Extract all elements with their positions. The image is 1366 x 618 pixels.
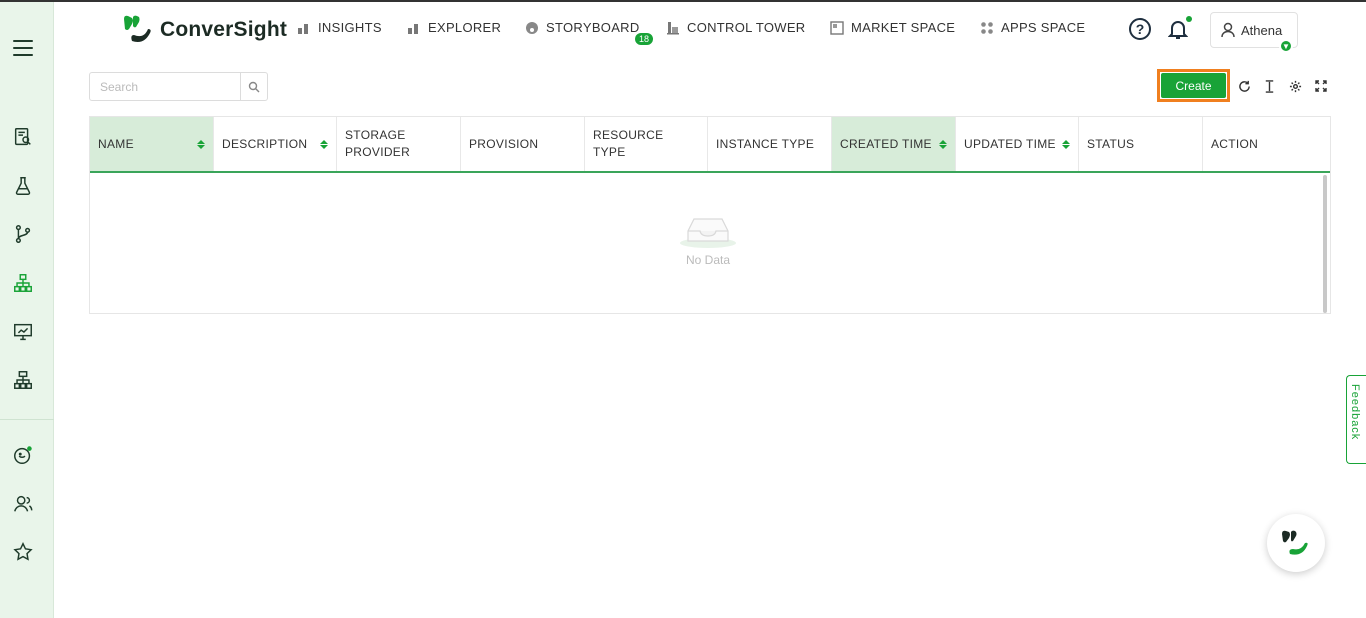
bar-chart-icon: [298, 23, 308, 34]
notification-bell-icon[interactable]: [1167, 16, 1192, 40]
table-scrollbar[interactable]: [1323, 175, 1327, 313]
resources-table: NAME DESCRIPTION STORAGE PROVIDER PROVIS…: [89, 116, 1331, 314]
bar-chart-icon: [408, 23, 418, 34]
refresh-icon[interactable]: [1237, 79, 1251, 93]
storyboard-count-badge: 18: [634, 32, 655, 46]
nav-market-space-label: MARKET SPACE: [851, 20, 956, 35]
menu-icon[interactable]: [13, 40, 33, 58]
column-label: UPDATED TIME: [964, 136, 1056, 151]
settings-gear-icon[interactable]: [1288, 79, 1302, 93]
column-header-name[interactable]: NAME: [90, 117, 214, 171]
notification-dot: [1186, 16, 1192, 22]
column-label: NAME: [98, 136, 134, 151]
column-label: CREATED TIME: [840, 136, 932, 151]
column-label: RESOURCE TYPE: [593, 128, 664, 159]
user-menu[interactable]: Athena ▼: [1210, 12, 1298, 53]
hierarchy-icon[interactable]: [11, 271, 35, 295]
chevron-down-icon[interactable]: ▼: [1279, 39, 1293, 53]
column-label: STATUS: [1087, 136, 1135, 151]
nav-insights[interactable]: INSIGHTS: [297, 20, 382, 35]
column-label: PROVISION: [469, 136, 539, 151]
nav-control-tower-label: CONTROL TOWER: [687, 20, 806, 35]
brand-logo[interactable]: ConverSight: [122, 15, 287, 45]
sitemap-icon[interactable]: [11, 368, 35, 392]
fullscreen-icon[interactable]: [1314, 79, 1328, 93]
users-icon[interactable]: [11, 492, 35, 516]
presentation-chart-icon[interactable]: [11, 320, 35, 344]
column-header-action[interactable]: ACTION: [1203, 117, 1328, 171]
left-sidebar: [0, 2, 54, 618]
column-header-instance-type[interactable]: INSTANCE TYPE: [708, 117, 832, 171]
column-header-resource-type[interactable]: RESOURCE TYPE: [585, 117, 708, 171]
bot-face-icon[interactable]: [11, 443, 35, 467]
conversight-bot-icon: [1282, 530, 1308, 555]
feedback-tab[interactable]: Feedback: [1346, 375, 1366, 464]
table-header: NAME DESCRIPTION STORAGE PROVIDER PROVIS…: [90, 117, 1330, 173]
nav-market-space[interactable]: MARKET SPACE: [830, 20, 955, 35]
column-label: ACTION: [1211, 136, 1259, 151]
column-header-status[interactable]: STATUS: [1079, 117, 1203, 171]
sidebar-divider: [0, 419, 54, 420]
flask-icon[interactable]: [11, 174, 35, 198]
chat-assistant-button[interactable]: [1267, 514, 1325, 572]
empty-inbox-icon: [680, 218, 736, 248]
column-header-storage-provider[interactable]: STORAGE PROVIDER: [337, 117, 461, 171]
sort-icon[interactable]: [1062, 139, 1070, 149]
nav-insights-label: INSIGHTS: [318, 20, 382, 35]
search-button[interactable]: [240, 73, 267, 100]
search-icon: [248, 81, 260, 92]
sort-icon[interactable]: [320, 139, 328, 149]
conversight-logo-icon: [122, 15, 154, 45]
nav-explorer-label: EXPLORER: [428, 20, 502, 35]
feedback-label: Feedback: [1349, 384, 1361, 441]
column-label: INSTANCE TYPE: [716, 136, 815, 151]
brand-name: ConverSight: [160, 18, 288, 41]
nav-apps-space-label: APPS SPACE: [1001, 20, 1086, 35]
column-label: STORAGE PROVIDER: [345, 128, 411, 159]
nav-control-tower[interactable]: CONTROL TOWER: [666, 20, 806, 35]
column-header-description[interactable]: DESCRIPTION: [214, 117, 337, 171]
top-header: ConverSight INSIGHTS EXPLORER STORYBOARD…: [54, 2, 1366, 58]
empty-text: No Data: [685, 253, 731, 267]
create-button[interactable]: Create: [1161, 73, 1226, 98]
star-icon[interactable]: [11, 540, 35, 564]
column-header-provision[interactable]: PROVISION: [461, 117, 585, 171]
nav-storyboard-label: STORYBOARD: [546, 20, 640, 35]
apps-icon: [981, 21, 993, 34]
column-label: DESCRIPTION: [222, 136, 308, 151]
column-header-updated-time[interactable]: UPDATED TIME: [956, 117, 1079, 171]
nav-storyboard[interactable]: STORYBOARD: [525, 20, 640, 35]
column-height-icon[interactable]: [1262, 79, 1276, 93]
user-icon: [1221, 22, 1235, 38]
market-icon: [830, 20, 844, 35]
git-branch-icon[interactable]: [11, 222, 35, 246]
palette-icon: [526, 21, 538, 34]
nav-apps-space[interactable]: APPS SPACE: [980, 20, 1085, 35]
column-header-created-time[interactable]: CREATED TIME: [832, 117, 956, 171]
sort-icon[interactable]: [939, 139, 947, 149]
tower-icon: [667, 21, 679, 34]
user-name: Athena: [1241, 22, 1283, 38]
create-button-highlight: Create: [1157, 69, 1230, 102]
help-icon[interactable]: ?: [1129, 18, 1151, 40]
nav-explorer[interactable]: EXPLORER: [407, 20, 501, 35]
report-search-icon[interactable]: [11, 125, 35, 149]
search-box: [89, 72, 268, 101]
search-input[interactable]: [90, 73, 240, 100]
sort-icon[interactable]: [197, 139, 205, 149]
empty-state: No Data: [90, 175, 1326, 313]
